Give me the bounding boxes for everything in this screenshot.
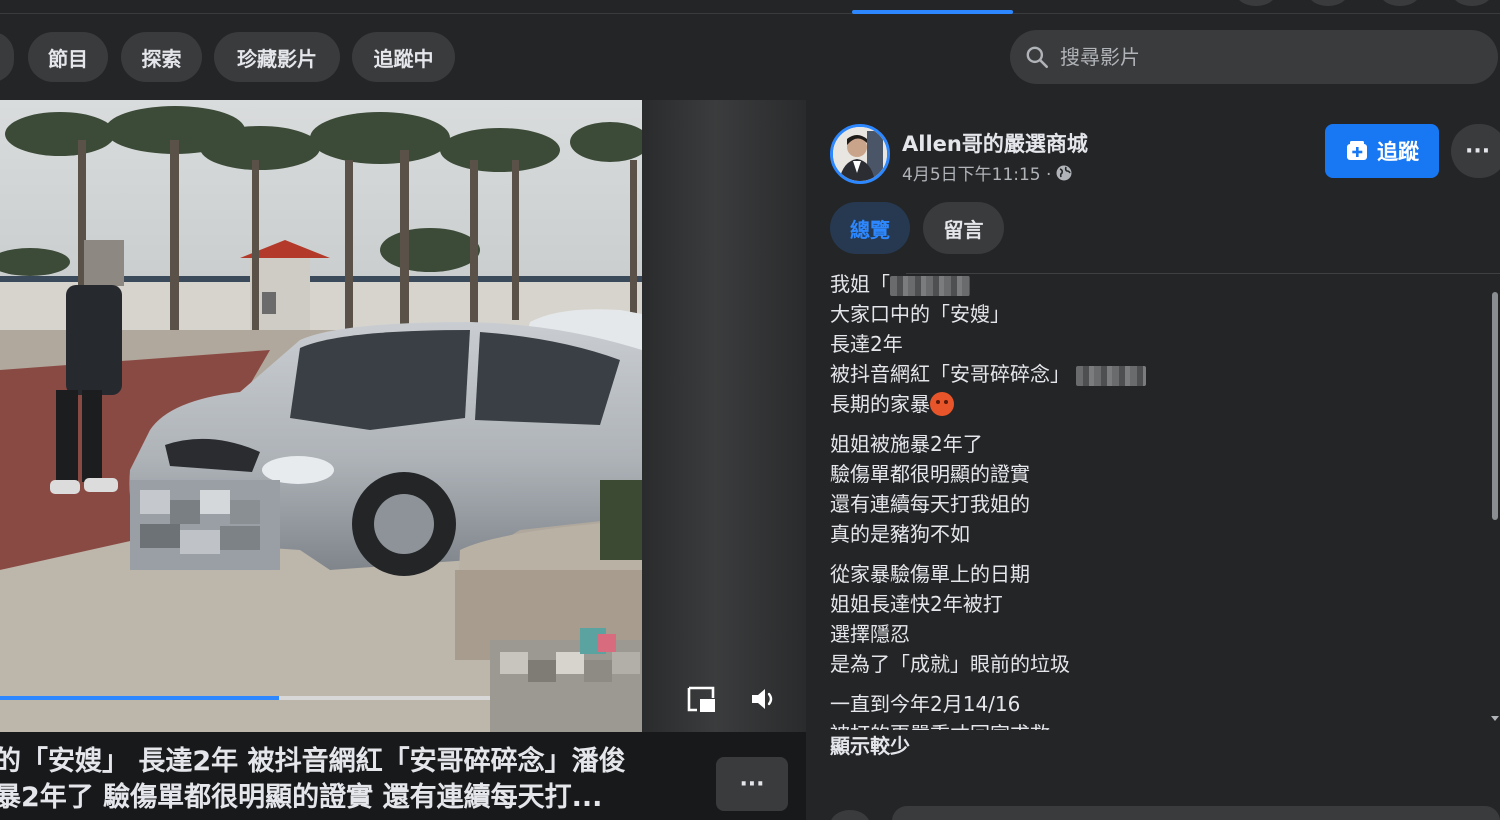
scroll-down-arrow-icon[interactable] — [1491, 716, 1499, 721]
globe-icon — [1056, 165, 1072, 180]
video-watch-page: 節目 探索 珍藏影片 追蹤中 搜尋影片 的「安嫂」 長達2年 被抖音網紅「安哥碎… — [0, 0, 1500, 820]
follow-button[interactable]: 追蹤 — [1325, 124, 1439, 178]
post-paragraph: 姐姐被施暴2年了 驗傷單都很明顯的證實 還有連續每天打我姐的 真的是豬狗不如 — [830, 429, 1490, 549]
redacted-text — [890, 275, 970, 296]
pip-button[interactable] — [684, 682, 718, 716]
profile-picture — [833, 127, 887, 181]
video-still-image — [0, 100, 642, 732]
follow-page-icon — [1347, 141, 1367, 160]
scrollbar-thumb[interactable] — [1492, 292, 1498, 520]
filter-chip-saved-videos[interactable]: 珍藏影片 — [214, 32, 340, 82]
tab-overview[interactable]: 總覽 — [830, 202, 910, 254]
nav-button[interactable] — [1236, 0, 1276, 6]
video-more-options-button[interactable]: ··· — [716, 757, 788, 811]
search-icon — [1026, 46, 1049, 69]
search-input[interactable] — [1060, 45, 1460, 69]
post-paragraph: 從家暴驗傷單上的日期 姐姐長達快2年被打 選擇隱忍 是為了「成就」眼前的垃圾 — [830, 559, 1490, 679]
post-line: 還有連續每天打我姐的 — [830, 492, 1030, 516]
nav-button[interactable] — [1380, 0, 1420, 6]
post-paragraph: 一直到今年2月14/16 被打的更嚴重才回家求救 — [830, 689, 1490, 730]
video-filter-bar: 節目 探索 珍藏影片 追蹤中 — [0, 14, 1500, 100]
post-line: 被打的更嚴重才回家求救 — [830, 719, 1490, 730]
post-line: 大家口中的「安嫂」 — [830, 302, 1010, 326]
video-letterbox — [642, 100, 806, 732]
post-paragraph: 我姐「 大家口中的「安嫂」 長達2年 被抖音網紅「安哥碎碎念」 長期的家暴 — [830, 272, 1490, 419]
post-line: 姐姐被施暴2年了 — [830, 432, 983, 456]
avatar[interactable] — [830, 124, 890, 184]
follow-button-label: 追蹤 — [1377, 140, 1419, 164]
filter-chip-following[interactable]: 追蹤中 — [352, 32, 455, 82]
volume-button[interactable] — [746, 682, 780, 716]
comment-input[interactable] — [892, 806, 1500, 820]
post-line: 選擇隱忍 — [830, 622, 910, 646]
post-options-button[interactable]: ··· — [1451, 124, 1500, 178]
filter-chip-previous[interactable] — [0, 32, 14, 82]
post-timestamp[interactable]: 4月5日下午11:15 · — [902, 160, 1051, 185]
post-line: 姐姐長達快2年被打 — [830, 592, 1003, 616]
post-line: 我姐「 — [830, 272, 1490, 299]
post-line: 是為了「成就」眼前的垃圾 — [830, 652, 1070, 676]
caption-line: 暴2年了 驗傷單都很明顯的證實 還有連續每天打... — [0, 782, 603, 813]
picture-in-picture-icon — [687, 686, 715, 712]
post-line: 一直到今年2月14/16 — [830, 692, 1021, 716]
nav-button[interactable] — [1308, 0, 1348, 6]
filter-chip-explore[interactable]: 探索 — [121, 32, 202, 82]
more-horizontal-icon: ··· — [1465, 138, 1491, 164]
post-line: 驗傷單都很明顯的證實 — [830, 462, 1030, 486]
post-line: 真的是豬狗不如 — [830, 522, 970, 546]
top-nav-bar — [0, 0, 1500, 14]
commenter-avatar — [830, 810, 870, 820]
more-horizontal-icon: ··· — [739, 771, 765, 797]
post-line: 被抖音網紅「安哥碎碎念」 — [830, 359, 1490, 389]
nav-button[interactable] — [1452, 0, 1492, 6]
redacted-text — [1076, 365, 1146, 386]
video-frame[interactable] — [0, 100, 642, 732]
post-text: 我姐「 大家口中的「安嫂」 長達2年 被抖音網紅「安哥碎碎念」 長期的家暴 姐姐… — [830, 272, 1490, 730]
page-name[interactable]: Allen哥的嚴選商城 — [902, 128, 1088, 158]
caption-line: 的「安嫂」 長達2年 被抖音網紅「安哥碎碎念」潘俊 — [0, 746, 626, 777]
volume-icon — [752, 689, 773, 709]
post-line: 從家暴驗傷單上的日期 — [830, 562, 1030, 586]
progress-fill — [0, 696, 279, 700]
filter-chip-shows[interactable]: 節目 — [28, 32, 108, 82]
video-caption[interactable]: 的「安嫂」 長達2年 被抖音網紅「安哥碎碎念」潘俊 暴2年了 驗傷單都很明顯的證… — [0, 744, 700, 816]
search-box[interactable] — [1010, 30, 1498, 84]
video-player[interactable] — [0, 100, 806, 732]
post-meta: 4月5日下午11:15 · — [902, 160, 1073, 185]
post-line: 長期的家暴 — [830, 389, 1490, 419]
angry-face-emoji-icon — [930, 392, 954, 416]
tab-comments[interactable]: 留言 — [923, 202, 1004, 254]
post-line: 長達2年 — [830, 332, 903, 356]
show-less-link[interactable]: 顯示較少 — [830, 730, 910, 759]
post-details-panel: Allen哥的嚴選商城 4月5日下午11:15 · 追蹤 ··· 總覽 留言 我… — [806, 100, 1500, 820]
